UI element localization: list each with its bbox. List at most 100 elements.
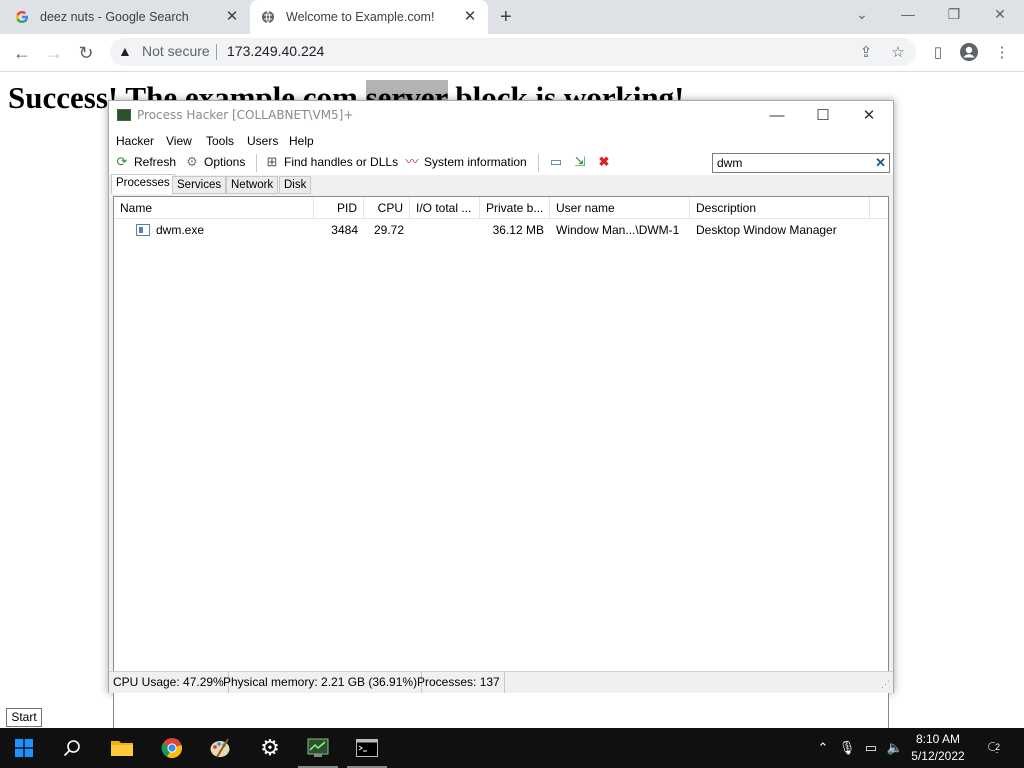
system-information-button[interactable]: 〰 System information (404, 154, 526, 170)
process-hacker-window: Process Hacker [COLLABNET\VM5]+ — ☐ ✕ Ha… (108, 100, 894, 766)
file-explorer-button[interactable] (98, 728, 146, 768)
column-cpu[interactable]: CPU (364, 197, 410, 219)
menu-bar: Hacker View Tools Users Help (109, 131, 893, 151)
status-bar: CPU Usage: 47.29% Physical memory: 2.21 … (109, 671, 893, 693)
column-pid[interactable]: PID (314, 197, 364, 219)
bookmark-star-icon[interactable]: ☆ (887, 42, 909, 64)
clock-date: 5/12/2022 (911, 749, 965, 763)
address-bar[interactable]: ▲ Not secure 173.249.40.224 (110, 38, 916, 66)
back-icon[interactable]: ← (11, 42, 33, 64)
taskbar: ⚙ ⌃ 🎙 ▭ 🔈 8:10 AM 5/12/2022 🗨 2 (0, 728, 1024, 768)
toolbar-divider (256, 154, 257, 172)
process-cpu: 29.72 (373, 223, 404, 237)
side-panel-icon[interactable]: ▯ (927, 42, 949, 64)
forward-icon[interactable]: → (43, 42, 65, 64)
command-prompt-taskbar-button[interactable] (343, 728, 391, 768)
tab-example-com[interactable]: Welcome to Example.com! ✕ (250, 0, 488, 34)
chevron-up-icon[interactable]: ⌃ (813, 738, 833, 758)
search-button[interactable] (48, 728, 96, 768)
binoculars-icon: ⊞ (266, 154, 278, 169)
terminal-icon (356, 739, 378, 757)
more-menu-icon[interactable]: ⋮ (991, 42, 1013, 64)
new-tab-plus-icon[interactable]: + (500, 7, 512, 27)
windows-logo-icon (15, 739, 33, 757)
tab-title: deez nuts - Google Search (40, 10, 189, 24)
volume-icon[interactable]: 🔈 (885, 738, 905, 758)
notification-count: 2 (995, 742, 1001, 752)
process-io-total (410, 219, 480, 241)
share-icon[interactable]: ⇪ (855, 42, 877, 64)
menu-users[interactable]: Users (247, 134, 278, 148)
menu-tools[interactable]: Tools (206, 134, 234, 148)
close-tab-icon[interactable]: ✕ (462, 9, 478, 25)
paint-button[interactable] (196, 728, 244, 768)
security-indicator[interactable]: ▲ Not secure (118, 43, 210, 59)
physical-memory-status: Physical memory: 2.21 GB (36.91%) (219, 672, 423, 693)
refresh-icon: ⟳ (116, 154, 128, 169)
refresh-button[interactable]: ⟳ Refresh (114, 154, 176, 170)
microphone-icon[interactable]: 🎙 (837, 738, 857, 758)
clock[interactable]: 8:10 AM 5/12/2022 (906, 731, 970, 765)
process-user-name: Window Man...\DWM-1 (556, 223, 680, 237)
minimize-icon[interactable]: — (765, 105, 789, 127)
process-hacker-tabs: Processes Services Network Disk (109, 174, 893, 194)
notifications-button[interactable]: 🗨 2 (982, 738, 1006, 758)
column-private-bytes[interactable]: Private b... (480, 197, 550, 219)
cpu-usage-status: CPU Usage: 47.29% (109, 672, 229, 693)
find-window-button[interactable]: ⇲ (572, 154, 592, 170)
close-tab-icon[interactable]: ✕ (224, 9, 240, 25)
settings-button[interactable]: ⚙ (246, 728, 294, 768)
browser-tab-strip: deez nuts - Google Search ✕ Welcome to E… (0, 0, 1024, 34)
graph-icon: 〰 (405, 154, 419, 169)
url-text[interactable]: 173.249.40.224 (227, 43, 324, 59)
clear-search-icon[interactable]: ✕ (875, 155, 886, 171)
table-row[interactable]: dwm.exe 3484 29.72 36.12 MB Window Man..… (114, 219, 888, 241)
terminate-process-button[interactable]: ✖ (596, 154, 616, 170)
profile-avatar-icon[interactable] (958, 42, 980, 64)
process-hacker-app-icon (117, 109, 131, 121)
window-arrow-icon: ⇲ (574, 154, 586, 169)
search-input[interactable]: dwm ✕ (712, 153, 890, 173)
close-window-icon[interactable]: ✕ (990, 6, 1010, 23)
window-titlebar[interactable]: Process Hacker [COLLABNET\VM5]+ — ☐ ✕ (109, 101, 893, 131)
chrome-icon (161, 738, 182, 759)
process-hacker-taskbar-button[interactable] (294, 728, 342, 768)
menu-view[interactable]: View (166, 134, 192, 148)
start-tooltip: Start (6, 708, 42, 727)
window-properties-button[interactable]: ▭ (548, 154, 568, 170)
resize-grip-icon[interactable]: ⋰ (881, 679, 890, 690)
tab-disk[interactable]: Disk (279, 176, 312, 194)
clock-time: 8:10 AM (915, 732, 961, 746)
search-icon (63, 740, 80, 757)
options-label: Options (204, 155, 246, 169)
maximize-icon[interactable]: ☐ (811, 105, 835, 127)
browser-toolbar: ← → ↻ ▲ Not secure 173.249.40.224 ⇪ ☆ ▯ … (0, 34, 1024, 72)
chevron-down-icon[interactable]: ⌄ (852, 6, 872, 23)
application-window-icon (136, 224, 150, 236)
column-name[interactable]: Name (114, 197, 314, 219)
process-name: dwm.exe (156, 223, 205, 237)
minimize-icon[interactable]: — (898, 6, 918, 22)
menu-help[interactable]: Help (289, 134, 314, 148)
find-handles-button[interactable]: ⊞ Find handles or DLLs (264, 154, 399, 170)
menu-hacker[interactable]: Hacker (116, 134, 154, 148)
tab-google-search[interactable]: deez nuts - Google Search ✕ (14, 0, 246, 34)
close-window-icon[interactable]: ✕ (857, 105, 881, 127)
start-button[interactable] (0, 728, 48, 768)
options-button[interactable]: ⚙ Options (184, 154, 245, 170)
chrome-button[interactable] (148, 728, 196, 768)
processes-count-status: Processes: 137 (413, 672, 505, 693)
column-user-name[interactable]: User name (550, 197, 690, 219)
network-icon[interactable]: ▭ (861, 738, 881, 758)
gear-icon: ⚙ (186, 154, 198, 169)
tab-services[interactable]: Services (172, 176, 227, 194)
restore-icon[interactable]: ❐ (944, 6, 964, 23)
column-io-total[interactable]: I/O total ... (410, 197, 480, 219)
process-list-header: Name PID CPU I/O total ... Private b... … (114, 197, 888, 219)
reload-icon[interactable]: ↻ (75, 42, 97, 64)
security-label: Not secure (142, 43, 210, 59)
column-description[interactable]: Description (690, 197, 870, 219)
red-x-icon: ✖ (598, 154, 610, 169)
tab-network[interactable]: Network (226, 176, 279, 194)
tab-processes[interactable]: Processes (111, 174, 175, 194)
